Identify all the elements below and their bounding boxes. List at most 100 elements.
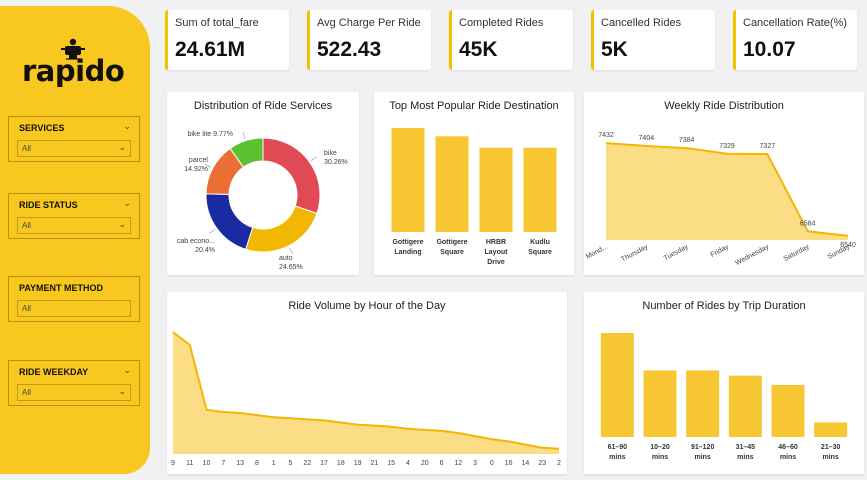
x-tick-label: mins <box>694 454 710 461</box>
x-tick-label: 46–60 <box>778 444 798 451</box>
bar <box>479 147 513 232</box>
card-ride-services[interactable]: Distribution of Ride Services bike 30.26%… <box>167 92 359 275</box>
kpi-value: 5K <box>601 38 628 61</box>
kpi-cancellation-rate: Cancellation Rate(%) 10.07 <box>733 10 857 70</box>
slicer-value: All <box>22 221 31 230</box>
x-tick-label: 2 <box>557 460 561 467</box>
x-tick-label: Drive <box>487 259 505 266</box>
card-hourly-volume[interactable]: Ride Volume by Hour of the Day 9 11 10 7 13 8… <box>167 292 567 474</box>
payment-method-dropdown[interactable]: All <box>17 300 131 317</box>
slice-label: auto <box>279 255 293 262</box>
chevron-down-icon[interactable]: ⌄ <box>123 198 131 209</box>
x-tick-label: Sunday <box>827 243 852 261</box>
leader-line <box>310 156 317 161</box>
x-tick-label: 16 <box>505 460 513 467</box>
x-tick-label: 91–120 <box>691 444 714 451</box>
slice-label: bike lite 9.77% <box>187 131 233 138</box>
x-tick-label: 0 <box>490 460 494 467</box>
x-tick-label: Tuesday <box>663 243 690 262</box>
donut-slice <box>262 137 321 215</box>
slicer-title: RIDE WEEKDAY <box>19 367 89 377</box>
slice-label: bike <box>324 150 337 157</box>
kpi-avg-charge: Avg Charge Per Ride 522.43 <box>307 10 431 70</box>
x-tick-label: Landing <box>394 249 421 256</box>
bar <box>814 422 848 437</box>
kpi-value: 24.61M <box>175 38 246 61</box>
chevron-down-icon[interactable]: ⌄ <box>123 121 131 132</box>
weekly-area-chart[interactable]: 7432 Mond... 7404 Thursday 7384 Tuesday 7329 Fr… <box>584 92 864 275</box>
rapido-logo: rapido <box>22 36 132 96</box>
slicer-title: PAYMENT METHOD <box>19 283 104 293</box>
x-tick-label: Saturday <box>783 243 811 263</box>
x-tick-label: 6 <box>440 460 444 467</box>
kpi-label: Cancelled Rides <box>601 17 682 29</box>
slicer-services[interactable]: SERVICES ⌄ All ⌄ <box>8 116 140 162</box>
area-fill <box>173 332 559 454</box>
x-tick-label: 21 <box>370 460 378 467</box>
slicer-payment-method[interactable]: PAYMENT METHOD All <box>8 276 140 322</box>
kpi-total-fare: Sum of total_fare 24.61M <box>165 10 289 70</box>
chevron-down-icon[interactable]: ⌄ <box>118 142 126 153</box>
x-tick-label: Gottigere <box>392 239 423 246</box>
logo-text: rapido <box>22 54 125 88</box>
data-label: 7329 <box>719 143 735 150</box>
bar <box>771 385 805 437</box>
chevron-down-icon[interactable]: ⌄ <box>123 365 131 376</box>
slicer-ride-status[interactable]: RIDE STATUS ⌄ All ⌄ <box>8 193 140 239</box>
donut-chart[interactable]: bike 30.26% auto 24.65% cab econo... 20.4% par… <box>167 92 359 275</box>
card-popular-destination[interactable]: Top Most Popular Ride Destination Gottig… <box>374 92 574 275</box>
bar <box>686 370 720 437</box>
x-tick-label: Square <box>528 249 552 256</box>
x-tick-label: 11 <box>186 460 193 467</box>
data-label: 7384 <box>679 137 695 144</box>
x-tick-label: 12 <box>454 460 462 467</box>
x-tick-label: mins <box>737 454 753 461</box>
chevron-down-icon[interactable]: ⌄ <box>118 386 126 397</box>
trip-duration-bar-chart[interactable]: 61–90 mins 10–20 mins 91–120 mins 31–45 mins 46–… <box>584 292 864 474</box>
x-tick-label: 18 <box>337 460 345 467</box>
slice-value: 20.4% <box>195 247 215 254</box>
x-tick-label: 3 <box>473 460 477 467</box>
hourly-area-chart[interactable]: 9 11 10 7 13 8 1 5 22 17 18 19 21 15 4 20 6 12 3 0 16 14 23 2 <box>167 292 567 474</box>
x-tick-label: Square <box>440 249 464 256</box>
kpi-label: Completed Rides <box>459 17 544 29</box>
x-tick-label: 31–45 <box>736 444 756 451</box>
chevron-down-icon[interactable]: ⌄ <box>118 219 126 230</box>
x-tick-label: Wednesday <box>734 243 770 267</box>
card-trip-duration[interactable]: Number of Rides by Trip Duration 61–90 mi… <box>584 292 864 474</box>
x-tick-label: mins <box>822 454 838 461</box>
data-label: 7327 <box>760 143 776 150</box>
card-weekly-distribution[interactable]: Weekly Ride Distribution 7432 Mond... 7404… <box>584 92 864 275</box>
services-dropdown[interactable]: All ⌄ <box>17 140 131 157</box>
x-tick-label: mins <box>780 454 796 461</box>
x-tick-label: 15 <box>387 460 395 467</box>
slice-value: 30.26% <box>324 159 348 166</box>
leader-line <box>209 229 216 234</box>
x-tick-label: 17 <box>320 460 328 467</box>
ride-status-dropdown[interactable]: All ⌄ <box>17 217 131 234</box>
destination-bar-chart[interactable]: Gottigere Landing Gottigere Square HRBR Layou… <box>374 92 574 275</box>
x-tick-label: mins <box>652 454 668 461</box>
slice-value: 14.92% <box>184 166 208 173</box>
kpi-label: Cancellation Rate(%) <box>743 17 847 29</box>
dashboard: rapido SERVICES ⌄ All ⌄ RIDE STATUS ⌄ Al… <box>0 0 867 480</box>
slicer-title: RIDE STATUS <box>19 200 78 210</box>
kpi-label: Sum of total_fare <box>175 17 259 29</box>
slicer-ride-weekday[interactable]: RIDE WEEKDAY ⌄ All ⌄ <box>8 360 140 406</box>
data-label: 6584 <box>800 220 816 227</box>
kpi-value: 522.43 <box>317 38 382 61</box>
x-tick-label: 19 <box>354 460 362 467</box>
x-tick-label: 14 <box>522 460 530 467</box>
slice-label: parcel <box>189 157 209 164</box>
x-tick-label: 23 <box>538 460 546 467</box>
leader-line <box>289 247 293 255</box>
data-label: 7404 <box>639 135 655 142</box>
slicer-value: All <box>22 304 31 313</box>
x-tick-label: 13 <box>236 460 244 467</box>
bar <box>728 375 762 437</box>
bar <box>523 147 557 232</box>
slice-value: 24.65% <box>279 264 303 271</box>
x-tick-label: Gottigere <box>436 239 467 246</box>
x-tick-label: 8 <box>255 460 259 467</box>
ride-weekday-dropdown[interactable]: All ⌄ <box>17 384 131 401</box>
